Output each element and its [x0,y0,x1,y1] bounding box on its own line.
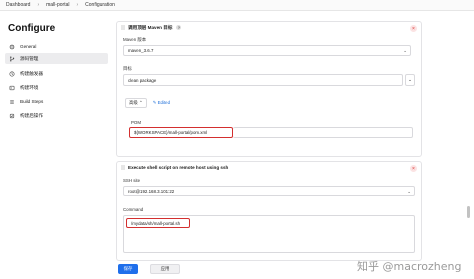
environment-icon [9,85,15,91]
drag-handle-icon[interactable] [121,25,125,30]
main-content: 调用顶层 Maven 目标 ? × Maven 版本 maven_3.6.7 ⌄… [112,11,474,279]
apply-button[interactable]: 应用 [150,264,180,274]
maven-version-label: Maven 版本 [123,37,147,42]
goals-input[interactable]: clean package [123,74,403,86]
breadcrumb: Dashboard › mall-portal › Configuration [0,0,474,11]
close-icon[interactable]: × [410,25,417,32]
sidebar-item-label: 源码管理 [20,55,39,61]
close-icon[interactable]: × [410,165,417,172]
breadcrumb-separator: › [76,2,79,8]
sidebar-item-label: 构建环境 [20,84,39,90]
chevron-down-icon: ⌄ [403,48,407,53]
drag-handle-icon[interactable] [121,165,125,170]
ssh-site-value: root@192.168.3.101:22 [128,188,175,194]
chevron-down-icon: ⌄ [408,77,412,82]
build-steps-icon [9,99,15,105]
command-textarea[interactable]: /mydata/sh/mall-portal.sh [123,215,415,253]
pom-value: ${WORKSPACE}/mall-portal/pom.xml [134,130,208,135]
ssh-build-step: Execute shell script on remote host usin… [116,161,422,261]
advanced-row: 高级 ⌃ ✎ Edited [125,98,170,108]
maven-version-select[interactable]: maven_3.6.7 ⌄ [123,45,411,56]
breadcrumb-configuration[interactable]: Configuration [85,2,115,8]
maven-step-title: 调用顶层 Maven 目标 [128,24,173,30]
page-title: Configure [8,23,56,34]
breadcrumb-project[interactable]: mall-portal [46,2,69,8]
help-icon[interactable]: ? [176,25,182,30]
sidebar-item-build-environment[interactable]: 构建环境 [5,82,108,93]
goals-expand-button[interactable]: ⌄ [405,74,415,86]
ssh-site-label: SSH site [123,178,141,183]
sidebar-item-label: 构建触发器 [20,70,43,76]
chevron-down-icon: ⌄ [407,189,411,194]
advanced-toggle-button[interactable]: 高级 ⌃ [125,98,147,108]
maven-step-header: 调用顶层 Maven 目标 ? [117,22,421,33]
sidebar-item-general[interactable]: General [5,41,108,52]
scrollbar[interactable] [466,11,472,279]
pom-label: POM [131,120,142,125]
command-value-highlight: /mydata/sh/mall-portal.sh [126,218,190,228]
sidebar: Configure General 源码管理 构建触发器 构建环境 Build … [0,11,112,279]
sidebar-item-post-build[interactable]: 构建后操作 [5,110,108,121]
sidebar-item-label: General [20,44,37,49]
maven-version-value: maven_3.6.7 [128,48,154,53]
goals-label: 目标 [123,66,132,71]
branch-icon [9,55,15,62]
breadcrumb-separator: › [37,2,40,8]
breadcrumb-dashboard[interactable]: Dashboard [6,2,30,8]
pom-input[interactable]: ${WORKSPACE}/mall-portal/pom.xml [129,127,233,138]
ssh-step-title: Execute shell script on remote host usin… [128,165,229,170]
watermark: 知乎 @macrozheng [357,260,462,273]
pom-input-extension[interactable] [233,127,413,138]
ssh-step-header: Execute shell script on remote host usin… [117,162,421,173]
sidebar-item-source-control[interactable]: 源码管理 [5,53,108,64]
save-button[interactable]: 保存 [118,264,138,274]
ssh-site-select[interactable]: root@192.168.3.101:22 ⌄ [123,186,415,196]
sidebar-item-label: 构建后操作 [20,112,43,118]
sidebar-item-build-triggers[interactable]: 构建触发器 [5,68,108,79]
command-label: Command [123,207,144,212]
goals-value: clean package [128,77,157,83]
sidebar-item-build-steps[interactable]: Build Steps [5,96,108,107]
post-build-icon [9,113,15,119]
command-value: /mydata/sh/mall-portal.sh [131,220,181,226]
trigger-icon [9,71,15,77]
sidebar-item-label: Build Steps [20,99,44,104]
gear-icon [9,44,15,50]
edited-link[interactable]: ✎ Edited [153,100,170,106]
maven-build-step: 调用顶层 Maven 目标 ? × Maven 版本 maven_3.6.7 ⌄… [116,21,422,157]
scrollbar-thumb[interactable] [467,206,470,218]
